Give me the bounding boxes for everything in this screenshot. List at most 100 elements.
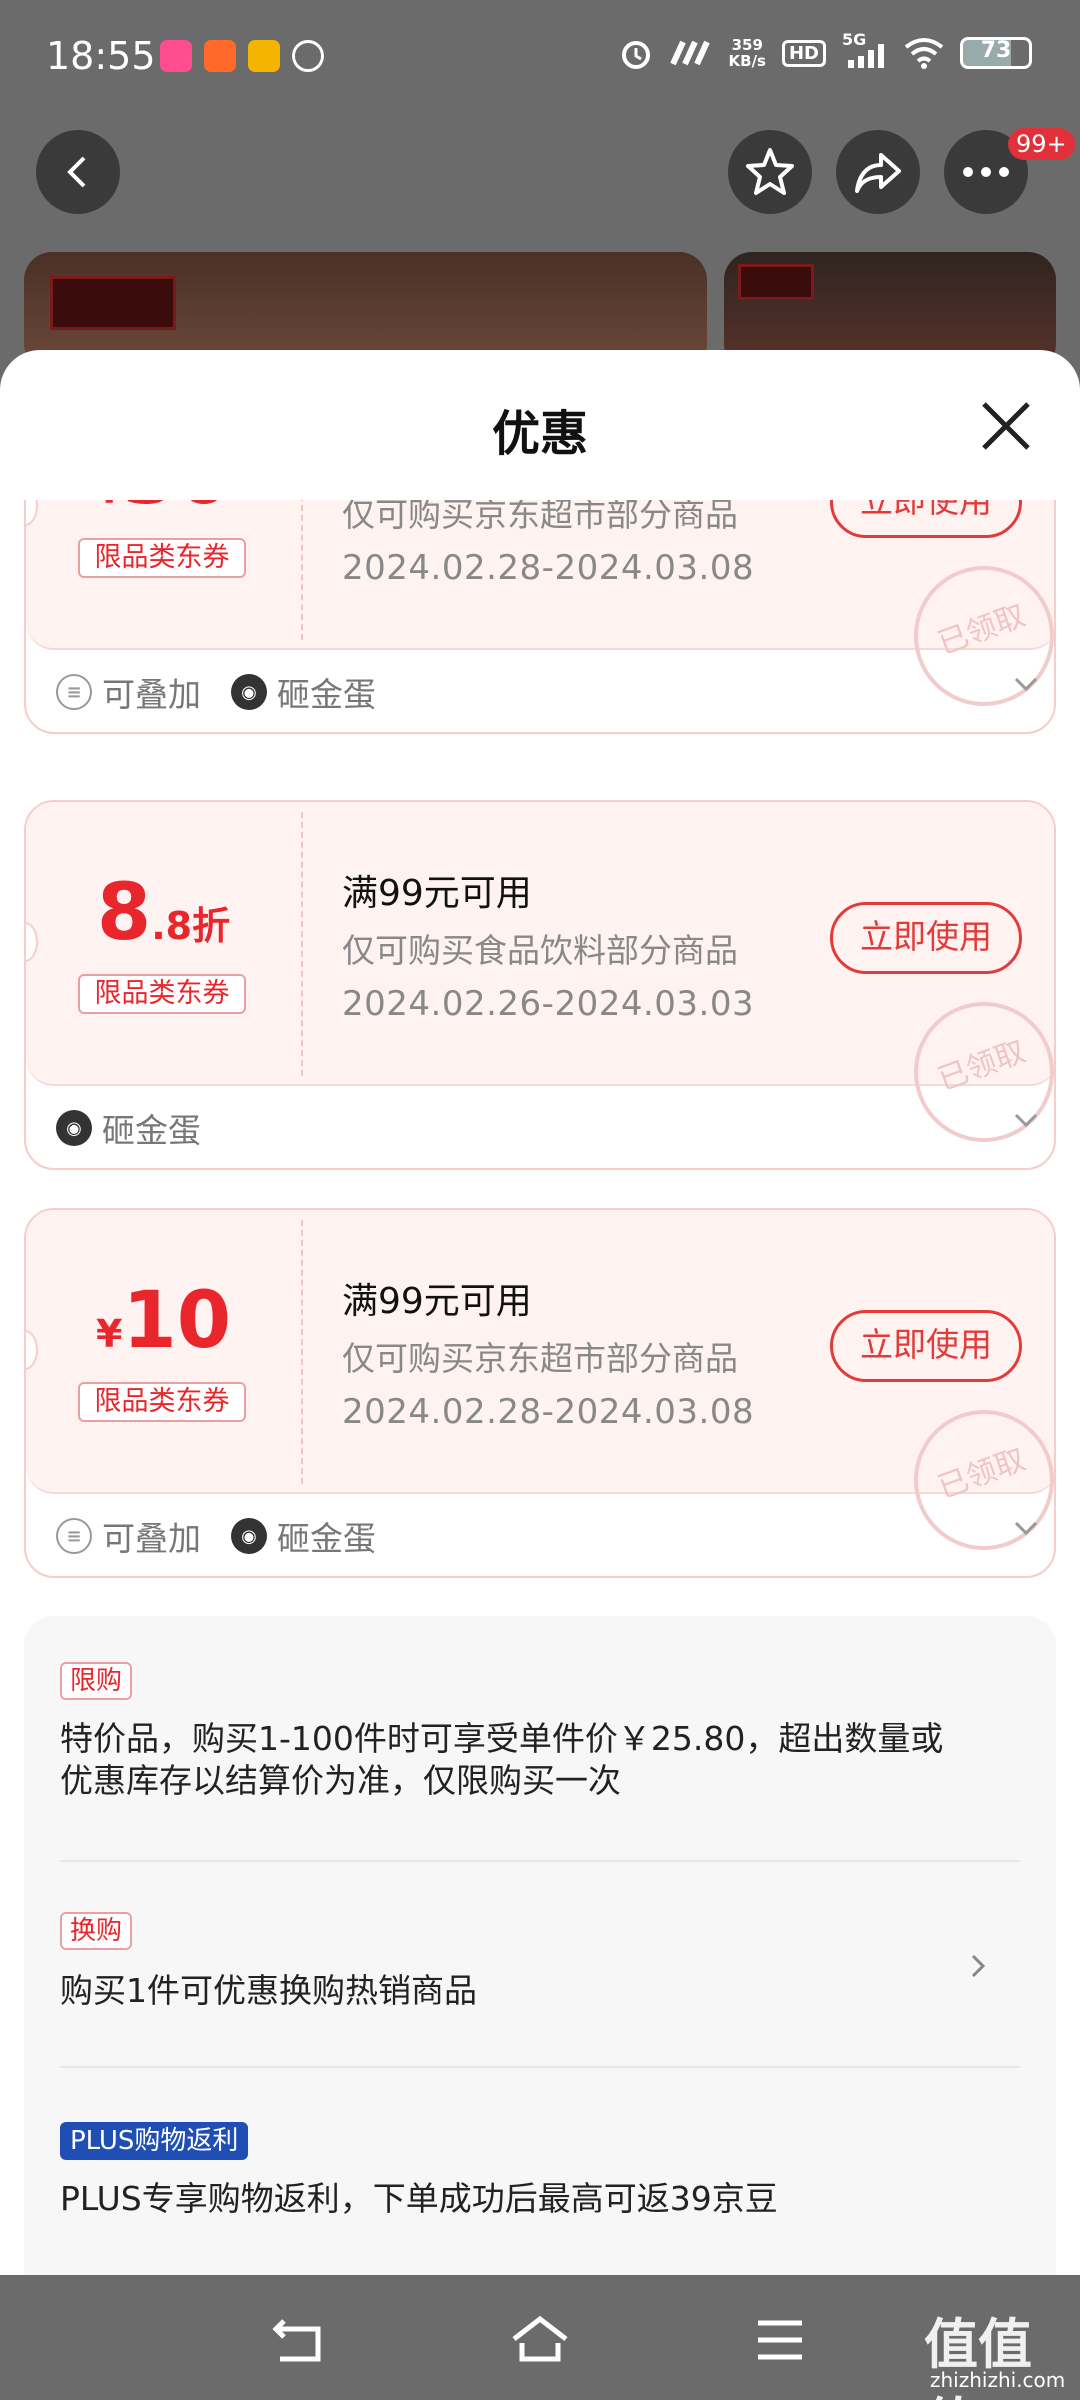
brand-logo [50,276,176,330]
coupon-footer: ≡ 可叠加 ◉ 砸金蛋 [56,1512,376,1560]
coupon-type-tag: 限品类东券 [78,538,246,578]
hd-badge: HD [781,39,826,67]
status-time: 18:55 [46,34,156,78]
coupon-type-tag: 限品类东券 [78,974,246,1014]
stack-icon: ≡ [56,1518,92,1554]
signal-logo-icon [669,40,710,66]
use-now-button[interactable]: 立即使用 [830,902,1022,974]
speed-value: 359 [731,36,763,54]
home-icon[interactable] [510,2315,570,2365]
use-now-button[interactable]: 立即使用 [830,500,1022,538]
coupon-description: 仅可购买京东超市部分商品 [342,1339,738,1378]
app-notification-icon [204,40,236,72]
wifi-icon [904,38,944,69]
coupon-footer: ≡ 可叠加 ◉ 砸金蛋 [56,668,376,716]
coupon-description: 仅可购买食品饮料部分商品 [342,931,738,970]
footer-label: 砸金蛋 [102,1111,201,1150]
coupon-body: ¥10 限品类东券 满99元可用 仅可购买京东超市部分商品 2024.02.28… [26,1210,1054,1570]
coupon-validity: 2024.02.28-2024.03.08 [342,548,755,588]
coupon-type-tag: 限品类东券 [78,1382,246,1422]
footer-label: 砸金蛋 [277,1519,376,1558]
coupon-validity: 2024.02.28-2024.03.08 [342,1392,755,1432]
cell-signal-icon: 5G [842,30,888,70]
coupon-validity: 2024.02.26-2024.03.03 [342,984,755,1024]
app-notification-icon [160,40,192,72]
plus-rebate-tag: PLUS购物返利 [60,2122,249,2160]
coupon-card: ¥30 限品类东券 仅可购买京东超市部分商品 2024.02.28-2024.0… [24,500,1056,734]
close-icon [982,402,1030,450]
favorite-button[interactable] [728,130,812,214]
promotion-text: 特价品，购买1-100件时可享受单件价￥25.80，超出数量或 优惠库存以结算价… [60,1718,1020,1802]
golden-egg-icon: ◉ [231,1518,267,1554]
more-icon [963,167,1009,177]
promotions-panel: 限购 特价品，购买1-100件时可享受单件价￥25.80，超出数量或 优惠库存以… [24,1616,1056,2275]
alarm-icon [621,41,650,69]
network-speed: 359 KB/s [729,37,766,69]
stackable-label: ≡ 可叠加 [56,1512,201,1560]
exchange-tag: 换购 [60,1912,133,1950]
menu-icon[interactable] [750,2315,810,2365]
promotion-text: 购买1件可优惠换购热销商品 [60,1971,477,2010]
share-icon [855,153,901,193]
close-button[interactable] [978,398,1034,454]
amount-value: 8 [96,868,152,958]
currency-symbol: ¥ [96,1312,123,1356]
currency-symbol: ¥ [96,500,122,512]
brand-logo [738,264,814,300]
chevron-down-icon[interactable] [1008,666,1044,702]
coupon-divider [301,812,303,1076]
coupon-body: ¥30 限品类东券 仅可购买京东超市部分商品 2024.02.28-2024.0… [26,500,1054,726]
golden-egg-label: ◉ 砸金蛋 [231,668,376,716]
discount-list[interactable]: ¥30 限品类东券 仅可购买京东超市部分商品 2024.02.28-2024.0… [0,500,1080,2275]
wechat-icon [292,40,324,72]
coupon-condition: 满99元可用 [342,873,532,914]
back-button[interactable] [36,130,120,214]
divider [60,2066,1020,2068]
coupon-divider [301,500,303,640]
message-badge: 99+ [1008,128,1075,160]
stackable-label: ≡ 可叠加 [56,668,201,716]
coupon-divider [301,1220,303,1484]
footer-label: 砸金蛋 [277,675,376,714]
battery-level: 73 [980,38,1012,63]
coupon-body: 8.8折 限品类东券 满99元可用 仅可购买食品饮料部分商品 2024.02.2… [26,802,1054,1162]
sheet-title: 优惠 [491,406,588,462]
status-bar: 18:55 359 KB/s HD 5G 73 [0,0,1080,118]
coupon-footer: ◉ 砸金蛋 [56,1104,201,1152]
purchase-limit-tag: 限购 [60,1662,133,1700]
coupon-amount: 8.8折 [26,868,301,958]
golden-egg-label: ◉ 砸金蛋 [56,1104,201,1152]
coupon-amount: ¥30 [26,500,301,522]
promotion-text: PLUS专享购物返利，下单成功后最高可返39京豆 [60,2179,778,2218]
coupon-amount: ¥10 [26,1276,301,1366]
chevron-right-icon [971,1954,986,1978]
coupon-card: ¥10 限品类东券 满99元可用 仅可购买京东超市部分商品 2024.02.28… [24,1208,1056,1578]
coupon-description: 仅可购买京东超市部分商品 [342,500,738,534]
coupon-card: 8.8折 限品类东券 满99元可用 仅可购买食品饮料部分商品 2024.02.2… [24,800,1056,1170]
amount-value: 10 [122,1276,231,1366]
amount-fraction: .8折 [151,904,231,948]
use-now-button[interactable]: 立即使用 [830,1310,1022,1382]
back-gesture-icon[interactable] [270,2315,330,2365]
watermark-url: zhizhizhi.com [930,2368,1066,2392]
golden-egg-label: ◉ 砸金蛋 [231,1512,376,1560]
chevron-left-icon [67,156,86,188]
divider [60,1860,1020,1862]
footer-label: 可叠加 [102,675,201,714]
system-nav-bar [0,2275,1080,2400]
coupon-condition: 满99元可用 [342,1281,532,1322]
chevron-down-icon[interactable] [1008,1510,1044,1546]
promotion-line: 优惠库存以结算价为准，仅限购买一次 [60,1761,621,1800]
battery-icon: 73 [960,37,1032,69]
footer-label: 可叠加 [102,1519,201,1558]
golden-egg-icon: ◉ [231,674,267,710]
app-notification-icon [248,40,280,72]
speed-unit: KB/s [728,52,766,70]
amount-value: 30 [122,500,231,522]
discount-sheet: 优惠 ¥30 限品类东券 仅可购买京东超市部分商品 2024.02.28-202… [0,350,1080,2275]
share-button[interactable] [836,130,920,214]
promotion-line: 特价品，购买1-100件时可享受单件价￥25.80，超出数量或 [60,1719,944,1758]
stack-icon: ≡ [56,674,92,710]
chevron-down-icon[interactable] [1008,1102,1044,1138]
status-indicators: 359 KB/s HD 5G 73 [619,30,1032,70]
